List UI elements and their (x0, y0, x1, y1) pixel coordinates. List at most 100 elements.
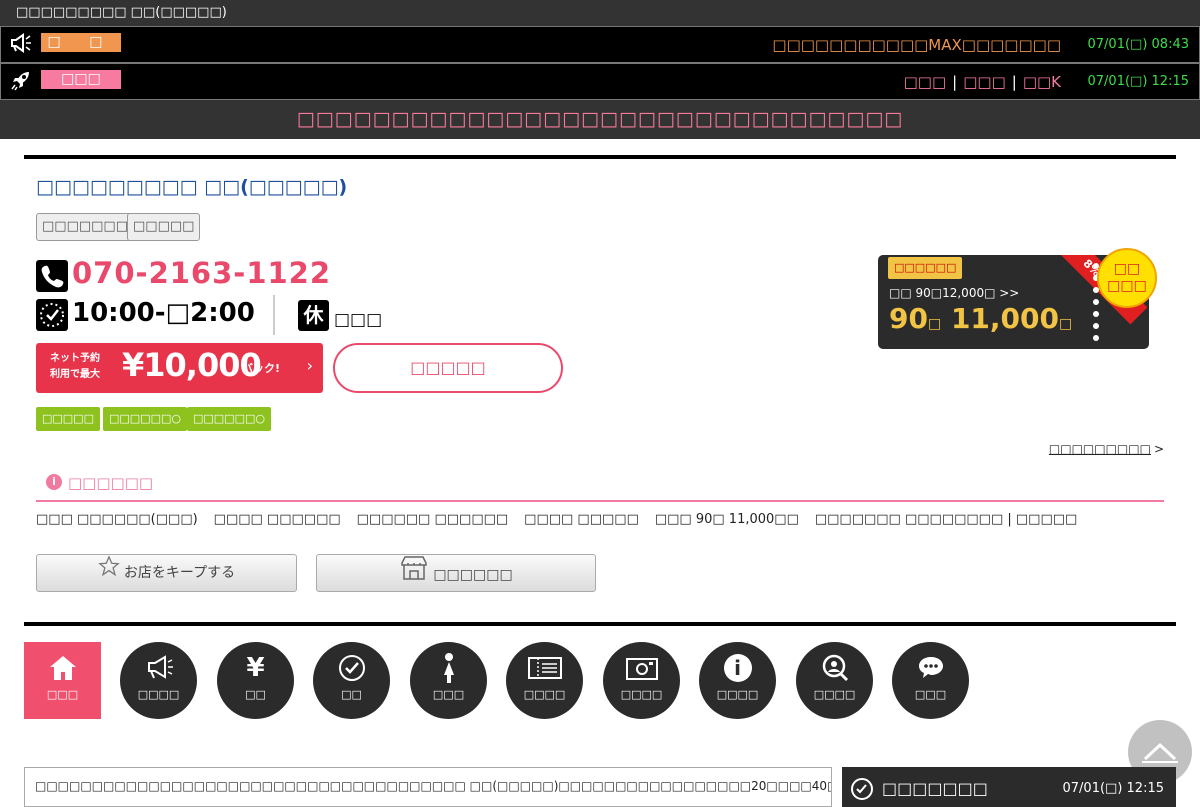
chat-icon (892, 652, 969, 684)
shop-page-button[interactable]: □□□□□□ (316, 554, 596, 592)
info-icon: i (46, 474, 62, 490)
ticker-links: □□□ | □□□ | □□K (904, 64, 1061, 100)
coupon-regular-price: □□ 90□12,000□ >> (889, 286, 1020, 300)
shop-page-label: □□□□□□ (433, 567, 513, 583)
nav-label: □□□□ (137, 688, 180, 701)
shop-name: □□□□□□□□□ □□(□□□□□) (36, 176, 348, 198)
badge-line: □□□ (1107, 278, 1147, 294)
nav-girls[interactable]: □□□ (410, 642, 487, 719)
clock-icon (313, 652, 390, 684)
area-tag[interactable]: □□□□□ (127, 213, 201, 241)
info-glyph: i (723, 654, 752, 682)
shop-intro-text: □□□□□□□□□□□□□□□□□□□□□□□□□□□□□□□□□□□□□□ □… (35, 779, 831, 793)
nav-review[interactable]: □□□ (892, 642, 969, 719)
coupon-minutes: 90 (889, 302, 928, 335)
ticker-label: □ □ (41, 33, 121, 52)
info-item: □□□ □□□□□□(□□□) (36, 512, 198, 527)
search-person-icon (796, 652, 873, 684)
info-item: □□□□ □□□□□ (524, 512, 639, 527)
shop-intro: □□□□□□□□□□□□□□□□□□□□□□□□□□□□□□□□□□□□□□ □… (24, 767, 832, 807)
ticker-message[interactable]: □□□□□□□□□□□MAX□□□□□□□ (772, 27, 1061, 63)
nav-recruit[interactable]: □□□□ (796, 642, 873, 719)
nav-home[interactable]: □□□ (24, 642, 101, 719)
site-title-bar: □□□□□□□□□ □□(□□□□□) (0, 0, 1200, 26)
info-item: □□□□ □□□□□□ (213, 512, 341, 527)
news-ticker: □ □ □□□□□□□□□□□MAX□□□□□□□ 07/01(□) 08:43 (0, 26, 1200, 63)
yen-icon: ¥ (246, 653, 265, 683)
nav-label: □□□□ (523, 688, 566, 701)
nav-price[interactable]: ¥ □□ (217, 642, 294, 719)
info-heading: □□□□□□ (68, 474, 154, 492)
info-section-header: i □□□□□□ (36, 470, 1164, 502)
sidebar-time: 07/01(□) 12:15 (1062, 781, 1165, 796)
nav-news[interactable]: □□□□ (120, 642, 197, 719)
promo-banner[interactable]: □□□□□□□□□□□□□□□□□□□□□□□□□□□□□□□□ (0, 100, 1200, 139)
rocket-icon (9, 68, 35, 94)
info-summary: □□□ □□□□□□(□□□) □□□□ □□□□□□ □□□□□□ □□□□□□ □… (36, 512, 1093, 527)
promo-banner-text: □□□□□□□□□□□□□□□□□□□□□□□□□□□□□□□□ (296, 108, 904, 130)
net-reserve-caption: ネット予約 利用で最大 (50, 351, 100, 383)
nav-label: □□ (245, 688, 266, 701)
net-reserve-caption-line: 利用で最大 (50, 369, 100, 380)
nav-label: □□□ (432, 688, 465, 701)
nav-label: □□□□ (716, 688, 759, 701)
coupon-price-value: 11,000 (950, 302, 1060, 335)
feature-tag: □□□□□□○ (187, 407, 271, 431)
divider (273, 295, 275, 335)
phone-icon (36, 260, 68, 292)
cashback-amount: ¥10,000 (122, 346, 262, 384)
info-item: □□□□□□ □□□□□□ (356, 512, 509, 527)
chevron-right-icon: > (1153, 442, 1164, 456)
phone-number[interactable]: 070-2163-1122 (72, 256, 331, 290)
ticker-link[interactable]: □□□ (963, 73, 1006, 91)
holiday-text: □□□ (334, 310, 383, 330)
site-title: □□□□□□□□□ □□(□□□□□) (16, 5, 227, 20)
keep-shop-button[interactable]: お店をキープする (36, 554, 297, 592)
megaphone-icon (9, 31, 35, 57)
chevron-right-icon: › (306, 356, 313, 375)
storefront-icon (399, 555, 429, 595)
feature-tag: □□□□□□○ (103, 407, 187, 431)
camera-icon (603, 652, 680, 684)
badge-line: □□ (1113, 261, 1141, 277)
nav-label: □□□□ (620, 688, 663, 701)
ticket-icon (506, 652, 583, 684)
coupon-price-unit: □ (1059, 316, 1073, 332)
business-hours: 10:00-□2:00 (72, 298, 255, 328)
clock-icon (36, 299, 68, 331)
ticker-time: 07/01(□) 12:15 (1087, 74, 1190, 89)
coupon-badge: □□ □□□ (1097, 248, 1157, 308)
ticker-link[interactable]: □□□ (904, 73, 947, 91)
detail-link-label: □□□□□□□□□ (1048, 442, 1151, 456)
clock-icon (850, 777, 874, 801)
nav-coupon[interactable]: □□□□ (506, 642, 583, 719)
info-item: □□□ 90□ 11,000□□ (654, 512, 799, 527)
info-icon: i (699, 652, 776, 684)
divider (24, 155, 1176, 159)
detail-link[interactable]: □□□□□□□□□ > (1049, 442, 1164, 456)
coupon-label: □□□□□□ (888, 257, 963, 279)
star-icon (98, 555, 120, 591)
net-reserve-cashback-button[interactable]: ネット予約 利用で最大 ¥10,000 バック! › (36, 343, 323, 393)
nav-label: □□□ (46, 688, 79, 701)
ticker-separator: | (1011, 73, 1017, 91)
cashback-suffix: バック! (242, 362, 281, 375)
feature-tag: □□□□□ (36, 407, 100, 431)
megaphone-icon (120, 652, 197, 684)
woman-icon (410, 652, 487, 684)
coupon-minutes-unit: □ (927, 316, 942, 332)
ticker-label: □□□ (41, 70, 121, 89)
nav-label: □□□ (914, 688, 947, 701)
sidebar-schedule-header: □□□□□□□ 07/01(□) 12:15 (842, 767, 1176, 807)
nav-label: □□ (341, 688, 362, 701)
ticker-link[interactable]: □□K (1023, 73, 1061, 91)
nav-photo[interactable]: □□□□ (603, 642, 680, 719)
nav-info[interactable]: i □□□□ (699, 642, 776, 719)
ticker-time: 07/01(□) 08:43 (1087, 37, 1190, 52)
divider (24, 622, 1176, 626)
nav-schedule[interactable]: □□ (313, 642, 390, 719)
coupon-price: 90□ 11,000□ (889, 302, 1072, 335)
sidebar-title: □□□□□□□ (882, 779, 988, 798)
reserve-button[interactable]: □□□□□ (333, 343, 563, 393)
home-icon (24, 652, 101, 684)
